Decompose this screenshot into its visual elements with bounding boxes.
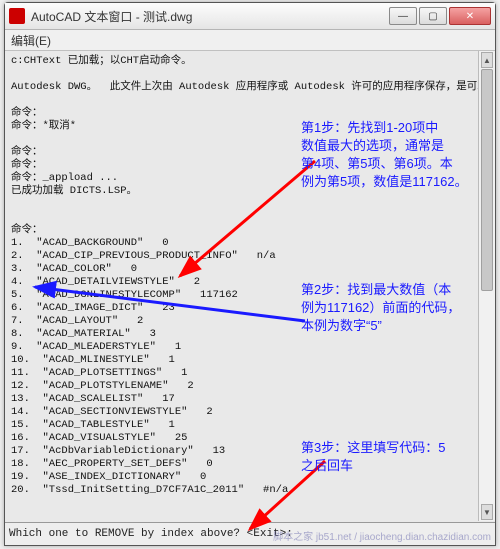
scroll-thumb[interactable]: [481, 69, 493, 291]
window-title: AutoCAD 文本窗口 - 测试.dwg: [31, 8, 387, 25]
maximize-button[interactable]: ▢: [419, 7, 447, 25]
close-button[interactable]: ✕: [449, 7, 491, 25]
scroll-down-icon[interactable]: ▼: [481, 504, 493, 520]
scroll-up-icon[interactable]: ▲: [481, 52, 493, 68]
vertical-scrollbar[interactable]: ▲ ▼: [478, 51, 495, 521]
menu-edit[interactable]: 编辑(E): [11, 32, 51, 49]
titlebar[interactable]: AutoCAD 文本窗口 - 测试.dwg — ▢ ✕: [5, 3, 495, 30]
minimize-button[interactable]: —: [389, 7, 417, 25]
menubar: 编辑(E): [5, 30, 495, 51]
console-area: c:CHText 已加载；以CHT启动命令。 Autodesk DWG。 此文件…: [5, 51, 495, 545]
autocad-text-window: AutoCAD 文本窗口 - 测试.dwg — ▢ ✕ 编辑(E) c:CHTe…: [4, 2, 496, 546]
input-prompt: Which one to REMOVE by index above? <Exi…: [9, 528, 293, 540]
console-output: c:CHText 已加载；以CHT启动命令。 Autodesk DWG。 此文件…: [5, 51, 495, 521]
app-icon: [9, 8, 25, 24]
command-input[interactable]: Which one to REMOVE by index above? <Exi…: [5, 522, 495, 545]
dictionary-list: 1. "ACAD_BACKGROUND" 0 2. "ACAD_CIP_PREV…: [11, 237, 288, 496]
